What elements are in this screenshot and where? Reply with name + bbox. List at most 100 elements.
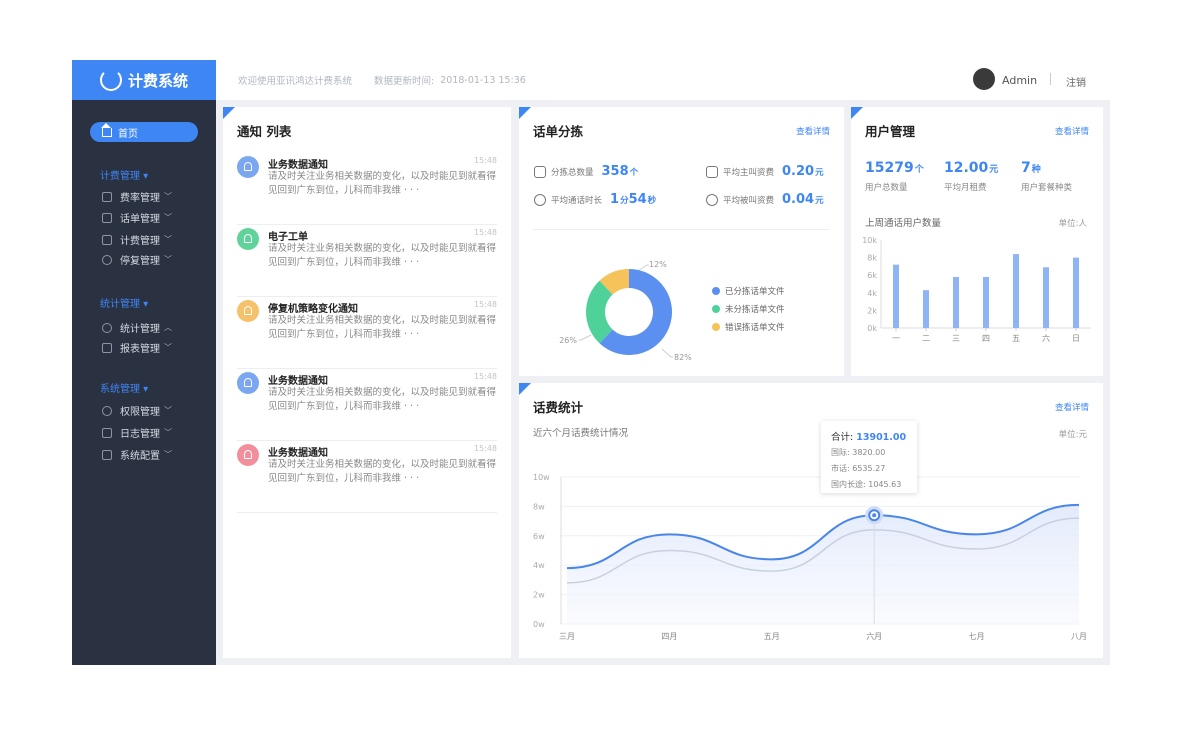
panel-title: 话费统计 bbox=[533, 400, 584, 415]
user-name[interactable]: Admin bbox=[1002, 74, 1037, 87]
donut-chart: 82% 26% 12% bbox=[559, 260, 692, 362]
sidebar-item-rate[interactable]: 费率管理 ﹀ bbox=[102, 189, 172, 204]
sidebar-item-label: 计费管理 bbox=[120, 236, 160, 247]
legend-item: 未分拣话单文件 bbox=[712, 303, 785, 315]
stat-avg-caller-fee: 平均主叫资费 0.20 元 bbox=[706, 164, 824, 179]
users-panel: 用户管理 查看详情 15279个 用户总数量 12.00元 平均月租费 7种 用… bbox=[851, 107, 1103, 376]
cdr-panel: 话单分拣 查看详情 分拣总数量 358 个 平均主叫资费 0.20 元 平均通话时长… bbox=[519, 107, 844, 376]
chevron-down-icon: ﹀ bbox=[164, 213, 172, 222]
pause-icon bbox=[102, 254, 112, 265]
legend-label: 已分拣话单文件 bbox=[725, 287, 785, 297]
view-details-link[interactable]: 查看详情 bbox=[1055, 401, 1089, 413]
stat-unit: 元 bbox=[815, 167, 824, 178]
y-tick-label: 10k bbox=[862, 236, 877, 245]
stat-value: 54 bbox=[628, 192, 647, 207]
logo-icon bbox=[99, 69, 122, 91]
x-tick-label: 五 bbox=[1012, 334, 1020, 343]
notice-text: 请及时关注业务相关数据的变化，以及时能见到就看得见回到广东到位，儿科而非我维 ·… bbox=[268, 387, 497, 412]
panel-corner bbox=[519, 383, 531, 395]
list-item[interactable]: 电子工单 15:48 请及时关注业务相关数据的变化，以及时能见到就看得见回到广东… bbox=[237, 224, 497, 297]
chevron-down-icon: ﹀ bbox=[164, 343, 172, 352]
home-icon bbox=[101, 122, 112, 137]
divider bbox=[533, 229, 829, 230]
x-tick-label: 六月 bbox=[866, 631, 882, 641]
sidebar: 计费系统 首页 计费管理 ▾ 费率管理 ﹀ 话单管理 ﹀ 计费管理 ﹀ 停复管理 ﹀ 统… bbox=[72, 60, 216, 665]
chart-subtitle: 近六个月话费统计情况 bbox=[533, 428, 629, 439]
list-item[interactable]: 业务数据通知 15:48 请及时关注业务相关数据的变化，以及时能见到就看得见回到… bbox=[237, 440, 497, 513]
menu-group-billing[interactable]: 计费管理 ▾ bbox=[100, 167, 148, 182]
bell-icon bbox=[237, 156, 259, 178]
x-tick-label: 八月 bbox=[1071, 632, 1087, 641]
yen-icon bbox=[706, 165, 718, 178]
stat-unit: 秒 bbox=[647, 195, 657, 206]
stat-avg-rent: 12.00元 平均月租费 bbox=[944, 157, 998, 193]
sidebar-item-suspend[interactable]: 停复管理 ﹀ bbox=[102, 252, 172, 267]
y-tick-label: 4k bbox=[867, 289, 877, 298]
stat-unit: 元 bbox=[815, 195, 824, 206]
legend-item: 已分拣话单文件 bbox=[712, 285, 785, 297]
bar bbox=[983, 276, 989, 328]
sidebar-item-permissions[interactable]: 权限管理 ﹀ bbox=[102, 403, 172, 418]
legend-item: 错误拣话单文件 bbox=[712, 321, 785, 333]
y-tick-label: 2w bbox=[533, 591, 545, 600]
leader-line bbox=[579, 334, 592, 341]
data-point-center bbox=[872, 513, 877, 518]
legend-label: 未分拣话单文件 bbox=[725, 305, 785, 315]
config-icon bbox=[102, 449, 112, 460]
tooltip-total: 合计: 13901.00 bbox=[831, 429, 906, 443]
sidebar-item-statistics[interactable]: 统计管理 ︿ bbox=[102, 320, 172, 335]
x-tick-label: 三月 bbox=[559, 632, 575, 641]
leader-line bbox=[638, 264, 649, 271]
stat-value: 0.04 bbox=[782, 192, 815, 207]
y-tick-label: 8k bbox=[867, 254, 877, 263]
y-tick-label: 2k bbox=[867, 306, 877, 315]
avatar[interactable] bbox=[973, 68, 995, 90]
x-tick-label: 四 bbox=[982, 334, 990, 343]
notice-text: 请及时关注业务相关数据的变化，以及时能见到就看得见回到广东到位，儿科而非我维 ·… bbox=[268, 171, 497, 196]
stat-value: 12.00 bbox=[944, 160, 989, 176]
bell-icon bbox=[237, 444, 259, 466]
sidebar-item-config[interactable]: 系统配置 ﹀ bbox=[102, 447, 172, 462]
menu-group-system[interactable]: 系统管理 ▾ bbox=[100, 380, 148, 395]
menu-group-stats[interactable]: 统计管理 ▾ bbox=[100, 295, 148, 310]
sidebar-item-label: 日志管理 bbox=[120, 429, 160, 440]
chevron-up-icon: ︿ bbox=[164, 323, 172, 332]
notice-time: 15:48 bbox=[473, 300, 497, 309]
x-tick-label: 四月 bbox=[661, 632, 677, 641]
view-details-link[interactable]: 查看详情 bbox=[796, 125, 830, 137]
panel-corner bbox=[851, 107, 863, 119]
list-item[interactable]: 业务数据通知 15:48 请及时关注业务相关数据的变化，以及时能见到就看得见回到… bbox=[237, 152, 497, 225]
stat-plan-types: 7种 用户套餐种类 bbox=[1021, 157, 1072, 193]
calendar-icon bbox=[102, 427, 112, 438]
chart-title: 上周通话用户数量 bbox=[865, 218, 942, 229]
logout-link[interactable]: 注销 bbox=[1066, 74, 1086, 89]
panel-title: 用户管理 bbox=[865, 124, 916, 139]
tooltip-total-label: 合计: bbox=[831, 432, 854, 443]
sidebar-item-reports[interactable]: 报表管理 ﹀ bbox=[102, 340, 172, 355]
panel-corner bbox=[223, 107, 235, 119]
notice-title: 业务数据通知 bbox=[268, 376, 328, 387]
view-details-link[interactable]: 查看详情 bbox=[1055, 125, 1089, 137]
list-item[interactable]: 业务数据通知 15:48 请及时关注业务相关数据的变化，以及时能见到就看得见回到… bbox=[237, 368, 497, 441]
app-logo[interactable]: 计费系统 bbox=[72, 60, 216, 100]
leader-line bbox=[661, 348, 673, 358]
sidebar-item-cdr[interactable]: 话单管理 ﹀ bbox=[102, 210, 172, 225]
panel-corner bbox=[519, 107, 531, 119]
sidebar-item-label: 统计管理 bbox=[120, 324, 160, 335]
billing-icon bbox=[102, 234, 112, 245]
sidebar-item-home[interactable]: 首页 bbox=[90, 122, 198, 142]
x-tick-label: 六 bbox=[1042, 333, 1050, 343]
y-tick-label: 4w bbox=[533, 561, 545, 570]
y-tick-label: 0k bbox=[867, 324, 877, 333]
sidebar-item-label: 权限管理 bbox=[120, 407, 160, 418]
scan-icon bbox=[534, 165, 546, 178]
sidebar-item-logs[interactable]: 日志管理 ﹀ bbox=[102, 425, 172, 440]
list-item[interactable]: 停复机策略变化通知 15:48 请及时关注业务相关数据的变化，以及时能见到就看得… bbox=[237, 296, 497, 369]
stat-label: 平均主叫资费 bbox=[723, 167, 775, 178]
data-label: 82% bbox=[674, 353, 692, 362]
stat-label: 用户总数量 bbox=[865, 183, 908, 193]
sidebar-item-billing[interactable]: 计费管理 ﹀ bbox=[102, 232, 172, 247]
chevron-down-icon: ﹀ bbox=[164, 192, 172, 201]
stat-unit: 种 bbox=[1031, 165, 1041, 175]
chevron-down-icon: ﹀ bbox=[164, 406, 172, 415]
